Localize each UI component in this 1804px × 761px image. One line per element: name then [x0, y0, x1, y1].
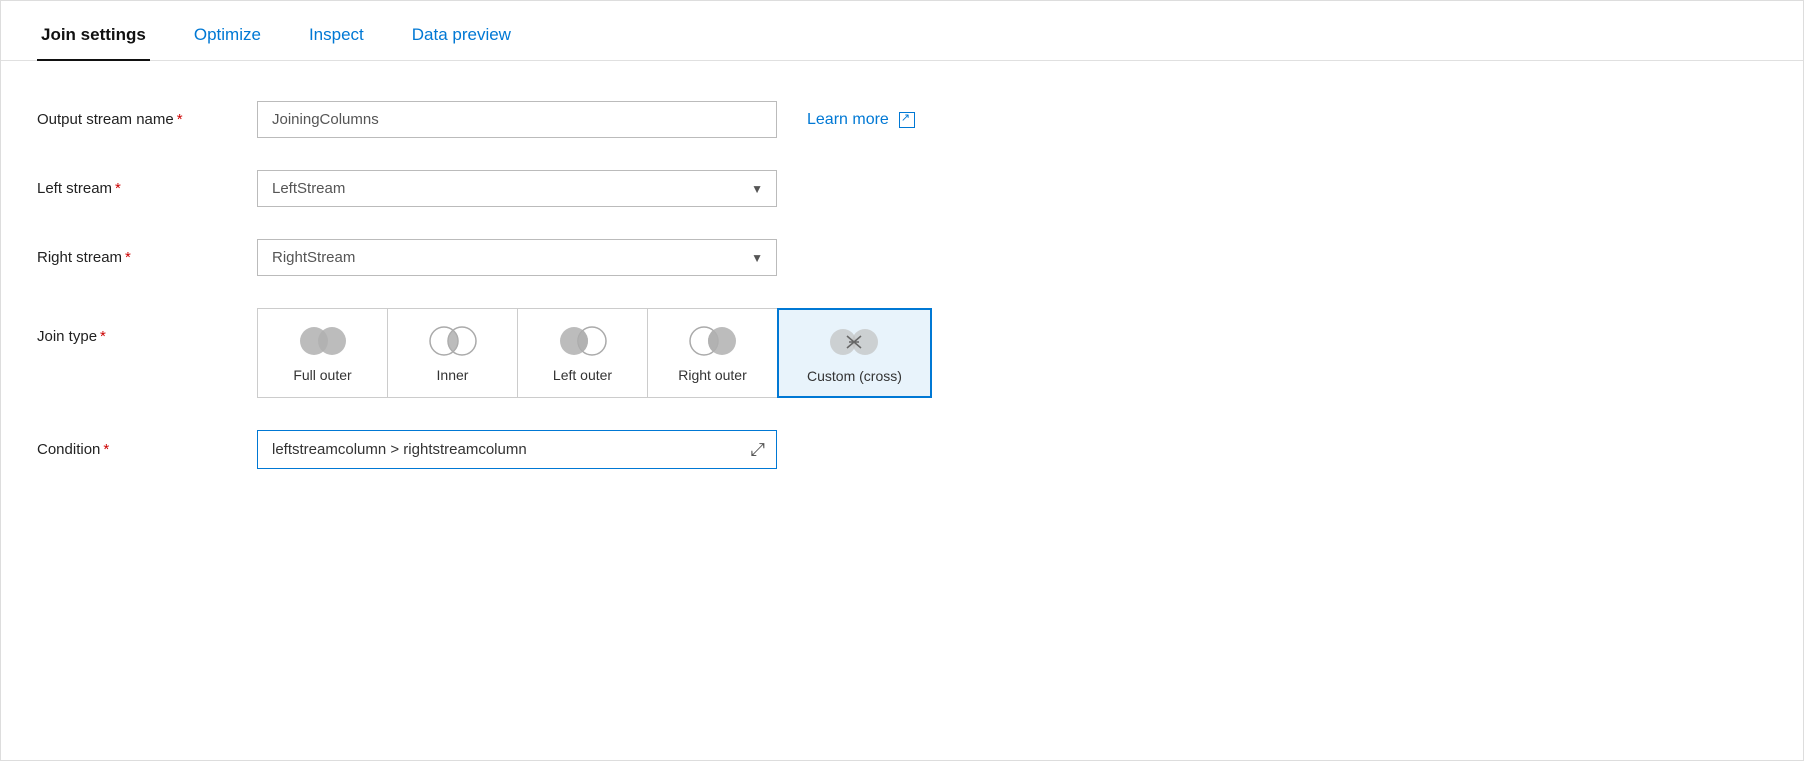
tabs-bar: Join settings Optimize Inspect Data prev…: [1, 1, 1803, 61]
condition-expand-icon[interactable]: ⤢: [751, 439, 765, 460]
required-star-condition: *: [103, 441, 109, 458]
required-star: *: [177, 111, 183, 128]
join-option-left-outer[interactable]: Left outer: [518, 309, 648, 397]
custom-cross-label: Custom (cross): [807, 368, 902, 384]
join-type-row: Join type* Full outer: [37, 308, 1767, 398]
inner-icon: [426, 323, 480, 359]
left-outer-icon: [556, 323, 610, 359]
output-stream-name-input[interactable]: [257, 101, 777, 138]
form-area: Output stream name* Learn more Left stre…: [1, 61, 1803, 541]
learn-more-label: Learn more: [807, 111, 889, 129]
join-option-inner[interactable]: Inner: [388, 309, 518, 397]
inner-label: Inner: [437, 367, 469, 383]
right-stream-select-wrapper: RightStream ▼: [257, 239, 777, 276]
right-stream-label: Right stream*: [37, 249, 257, 266]
right-outer-label: Right outer: [678, 367, 746, 383]
condition-label: Condition*: [37, 441, 257, 458]
tab-join-settings[interactable]: Join settings: [37, 11, 150, 61]
output-stream-name-label: Output stream name*: [37, 111, 257, 128]
left-outer-label: Left outer: [553, 367, 612, 383]
right-stream-select[interactable]: RightStream: [257, 239, 777, 276]
condition-input-wrapper: ⤢: [257, 430, 777, 469]
join-option-custom-cross[interactable]: Custom (cross): [777, 308, 932, 398]
full-outer-label: Full outer: [293, 367, 351, 383]
required-star-join: *: [100, 328, 106, 345]
join-type-options: Full outer: [257, 308, 932, 398]
required-star-left: *: [115, 180, 121, 197]
join-option-full-outer[interactable]: Full outer: [258, 309, 388, 397]
tab-inspect[interactable]: Inspect: [305, 11, 368, 61]
right-outer-icon: [686, 323, 740, 359]
tab-optimize[interactable]: Optimize: [190, 11, 265, 61]
join-option-right-outer[interactable]: Right outer: [648, 309, 778, 397]
output-stream-name-row: Output stream name* Learn more: [37, 101, 1767, 138]
learn-more-link[interactable]: Learn more: [807, 111, 915, 129]
join-type-label: Join type*: [37, 308, 257, 345]
right-stream-row: Right stream* RightStream ▼: [37, 239, 1767, 276]
tab-data-preview[interactable]: Data preview: [408, 11, 515, 61]
full-outer-icon: [296, 323, 350, 359]
required-star-right: *: [125, 249, 131, 266]
left-stream-select[interactable]: LeftStream: [257, 170, 777, 207]
condition-row: Condition* ⤢: [37, 430, 1767, 469]
left-stream-select-wrapper: LeftStream ▼: [257, 170, 777, 207]
main-container: Join settings Optimize Inspect Data prev…: [0, 0, 1804, 761]
left-stream-row: Left stream* LeftStream ▼: [37, 170, 1767, 207]
left-stream-label: Left stream*: [37, 180, 257, 197]
custom-cross-icon: [827, 324, 881, 360]
external-link-icon: [899, 112, 915, 128]
condition-input[interactable]: [257, 430, 777, 469]
